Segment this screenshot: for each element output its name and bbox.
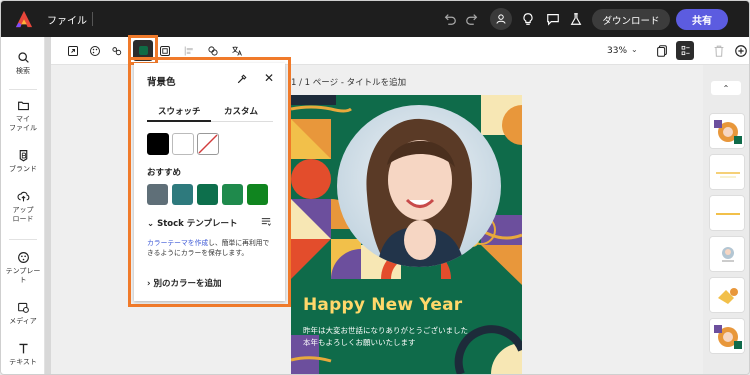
- sidebar-item-label: アップ ロード: [12, 206, 34, 223]
- thumbnail[interactable]: [709, 154, 745, 190]
- no-color-icon: [198, 134, 218, 154]
- sidebar-item-label: テキスト: [9, 358, 37, 366]
- recommended-swatch[interactable]: [222, 184, 243, 205]
- page-breadcrumb[interactable]: 1 / 1 ページ - タイトルを追加: [291, 76, 406, 88]
- thumbnail[interactable]: [709, 195, 745, 231]
- layers-icon: [681, 45, 690, 56]
- palette-icon[interactable]: [87, 43, 103, 59]
- zoom-level[interactable]: 33%: [607, 46, 627, 56]
- sidebar-item-label: ブランド: [9, 165, 37, 173]
- folder-icon: [17, 101, 29, 111]
- sidebar-item-label: マイ ファイル: [9, 115, 37, 132]
- menu-icon[interactable]: [261, 217, 271, 227]
- thumbnail[interactable]: [709, 236, 745, 272]
- sidebar-item-upload[interactable]: アップ ロード: [1, 190, 45, 224]
- sidebar-item-text[interactable]: テキスト: [1, 342, 45, 367]
- active-tab-indicator: [147, 120, 211, 122]
- recommended-swatch[interactable]: [172, 184, 193, 205]
- text-icon: [18, 343, 28, 354]
- left-sidebar: 検索 マイ ファイル ブランド アップ ロード テンプレー ト メディア テキス…: [1, 37, 45, 374]
- download-button[interactable]: ダウンロード: [592, 9, 670, 30]
- tab-custom[interactable]: カスタム: [224, 105, 258, 117]
- sidebar-scrollbar[interactable]: [45, 37, 51, 374]
- stock-label: Stock テンプレート: [157, 219, 238, 229]
- sidebar-item-my-files[interactable]: マイ ファイル: [1, 99, 45, 133]
- file-menu[interactable]: ファイル: [47, 12, 87, 27]
- eyedropper-icon[interactable]: [236, 73, 248, 85]
- share-button[interactable]: 共有: [676, 9, 728, 30]
- redo-icon[interactable]: [463, 10, 481, 28]
- thumbnail[interactable]: [709, 318, 745, 354]
- trash-icon[interactable]: [710, 42, 728, 60]
- close-icon[interactable]: ✕: [264, 71, 274, 85]
- copy-page-icon[interactable]: [653, 42, 671, 60]
- resize-icon[interactable]: [65, 43, 81, 59]
- sidebar-item-label: 検索: [16, 67, 30, 75]
- swatch-white[interactable]: [172, 133, 194, 155]
- sidebar-item-brand[interactable]: ブランド: [1, 149, 45, 174]
- sidebar-item-label: メディア: [9, 317, 37, 325]
- help-text: カラーテーマを作成し、簡単に再利用できるようにカラーを保存します。: [147, 238, 273, 258]
- lightbulb-icon[interactable]: [519, 10, 537, 28]
- new-year-card[interactable]: Happy New Year 昨年は大変お世話になりありがとうございました 本年…: [291, 95, 522, 374]
- add-page-icon[interactable]: [732, 42, 749, 60]
- add-color-label: 別のカラーを追加: [153, 279, 222, 289]
- popover-title: 背景色: [147, 77, 176, 88]
- sidebar-item-media[interactable]: メディア: [1, 301, 45, 326]
- sidebar-item-search[interactable]: 検索: [1, 51, 45, 76]
- layers-button[interactable]: [676, 41, 694, 60]
- portrait-illustration: [366, 118, 472, 267]
- stock-templates-toggle[interactable]: ⌄ Stock テンプレート: [147, 217, 273, 231]
- background-color-popover: 背景色 ✕ スウォッチ カスタム おすすめ ⌄ Stock テンプレート カラー…: [134, 63, 285, 301]
- swatch-none[interactable]: [197, 133, 219, 155]
- thumbnail[interactable]: [709, 277, 745, 313]
- recommended-swatch[interactable]: [197, 184, 218, 205]
- media-icon: [17, 302, 29, 313]
- animation-icon[interactable]: [109, 43, 125, 59]
- chevron-right-icon: ›: [147, 279, 151, 289]
- card-message-line1[interactable]: 昨年は大変お世話になりありがとうございました: [303, 325, 468, 336]
- recommended-swatch[interactable]: [147, 184, 168, 205]
- app-window: ファイル ダウンロード 共有 検索 マイ ファイル ブランド アップ ロード テ…: [0, 0, 750, 375]
- card-message-line2[interactable]: 本年もよろしくお願いいたします: [303, 337, 416, 348]
- divider: [9, 89, 37, 90]
- sidebar-item-label: テンプレー ト: [5, 267, 41, 284]
- brand-icon: [19, 150, 27, 162]
- comment-icon[interactable]: [544, 10, 562, 28]
- search-icon: [17, 52, 29, 63]
- sidebar-item-templates[interactable]: テンプレー ト: [1, 251, 45, 285]
- upload-icon: [17, 191, 29, 202]
- divider: [92, 12, 93, 26]
- card-title[interactable]: Happy New Year: [303, 295, 462, 315]
- chevron-up-icon[interactable]: ⌃: [711, 81, 741, 95]
- create-theme-link[interactable]: カラーテーマを作成: [147, 239, 208, 247]
- portrait-photo[interactable]: [337, 105, 501, 267]
- chevron-down-icon: ⌄: [147, 219, 155, 229]
- add-color-toggle[interactable]: › 別のカラーを追加: [147, 277, 222, 289]
- flask-icon[interactable]: [567, 10, 585, 28]
- recommended-label: おすすめ: [147, 168, 182, 178]
- undo-icon[interactable]: [441, 10, 459, 28]
- chevron-down-icon[interactable]: ⌄: [631, 45, 638, 54]
- swatch-black[interactable]: [147, 133, 169, 155]
- tab-swatches[interactable]: スウォッチ: [158, 105, 201, 117]
- user-avatar-icon[interactable]: [490, 8, 512, 30]
- thumbnail[interactable]: [709, 113, 745, 149]
- divider: [9, 239, 37, 240]
- recommended-swatch[interactable]: [247, 184, 268, 205]
- app-logo-icon[interactable]: [15, 10, 33, 28]
- template-icon: [17, 252, 29, 263]
- top-bar: ファイル ダウンロード 共有: [1, 1, 749, 37]
